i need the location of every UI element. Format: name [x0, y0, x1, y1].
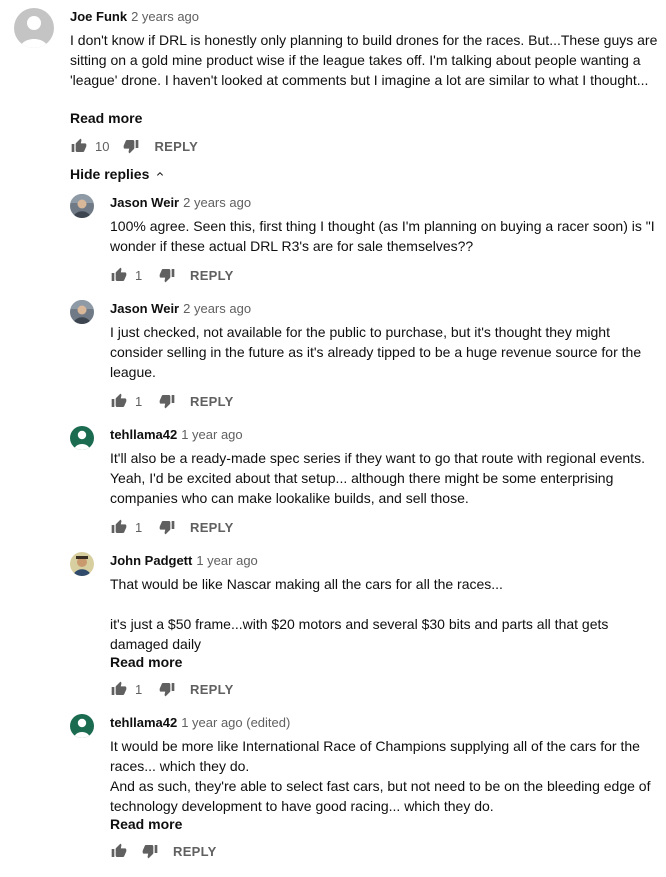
like-icon[interactable]	[110, 842, 128, 860]
comment-author[interactable]: Jason Weir	[110, 195, 179, 210]
like-count: 1	[135, 519, 143, 535]
reply-button[interactable]: REPLY	[173, 844, 217, 859]
dislike-icon[interactable]	[141, 842, 159, 860]
comment-text: It'll also be a ready-made spec series i…	[110, 450, 645, 506]
reply-button[interactable]: REPLY	[190, 682, 234, 697]
comment-author[interactable]: tehllama42	[110, 715, 177, 730]
comment-time[interactable]: 2 years ago	[131, 9, 199, 24]
comment-author[interactable]: tehllama42	[110, 427, 177, 442]
read-more-button[interactable]: Read more	[110, 815, 182, 833]
dislike-icon[interactable]	[122, 137, 140, 155]
reply-button[interactable]: REPLY	[190, 268, 234, 283]
dislike-icon[interactable]	[158, 680, 176, 698]
dislike-icon[interactable]	[158, 392, 176, 410]
comment-time[interactable]: 1 year ago	[181, 427, 242, 442]
like-icon[interactable]	[110, 392, 128, 410]
hide-replies-label: Hide replies	[70, 166, 150, 182]
comment-time[interactable]: 1 year ago (edited)	[181, 715, 290, 730]
avatar[interactable]	[70, 552, 94, 576]
reply-button[interactable]: REPLY	[154, 139, 198, 154]
read-more-button[interactable]: Read more	[110, 653, 182, 671]
comment-text: I don't know if DRL is honestly only pla…	[70, 32, 658, 88]
default-avatar-icon	[14, 8, 54, 48]
comment-time[interactable]: 2 years ago	[183, 301, 251, 316]
avatar[interactable]	[70, 194, 94, 218]
avatar[interactable]	[70, 714, 94, 738]
default-avatar-icon	[70, 426, 94, 450]
like-icon[interactable]	[110, 266, 128, 284]
like-count: 10	[95, 138, 110, 154]
comment-author[interactable]: Joe Funk	[70, 9, 127, 24]
comment-author[interactable]: John Padgett	[110, 553, 192, 568]
photo-avatar-icon	[70, 300, 94, 324]
like-count: 1	[135, 393, 143, 409]
like-icon[interactable]	[110, 680, 128, 698]
avatar[interactable]	[70, 426, 94, 450]
comment-text: 100% agree. Seen this, first thing I tho…	[110, 218, 655, 254]
dislike-icon[interactable]	[158, 266, 176, 284]
like-icon[interactable]	[110, 518, 128, 536]
like-count: 1	[135, 267, 143, 283]
comment-author[interactable]: Jason Weir	[110, 301, 179, 316]
comment-text: That would be like Nascar making all the…	[110, 576, 609, 652]
avatar[interactable]	[14, 8, 54, 48]
reply-button[interactable]: REPLY	[190, 394, 234, 409]
like-icon[interactable]	[70, 137, 88, 155]
read-more-button[interactable]: Read more	[70, 109, 142, 127]
photo-avatar-icon	[70, 194, 94, 218]
reply-button[interactable]: REPLY	[190, 520, 234, 535]
default-avatar-icon	[70, 714, 94, 738]
hide-replies-button[interactable]: Hide replies	[70, 166, 166, 182]
chevron-up-icon	[157, 172, 164, 176]
comment-time[interactable]: 2 years ago	[183, 195, 251, 210]
comment-text: I just checked, not available for the pu…	[110, 324, 642, 380]
dislike-icon[interactable]	[158, 518, 176, 536]
like-count: 1	[135, 681, 143, 697]
comment-text: It would be more like International Race…	[110, 738, 651, 814]
comment-time[interactable]: 1 year ago	[196, 553, 257, 568]
avatar[interactable]	[70, 300, 94, 324]
photo-avatar-icon	[70, 552, 94, 576]
